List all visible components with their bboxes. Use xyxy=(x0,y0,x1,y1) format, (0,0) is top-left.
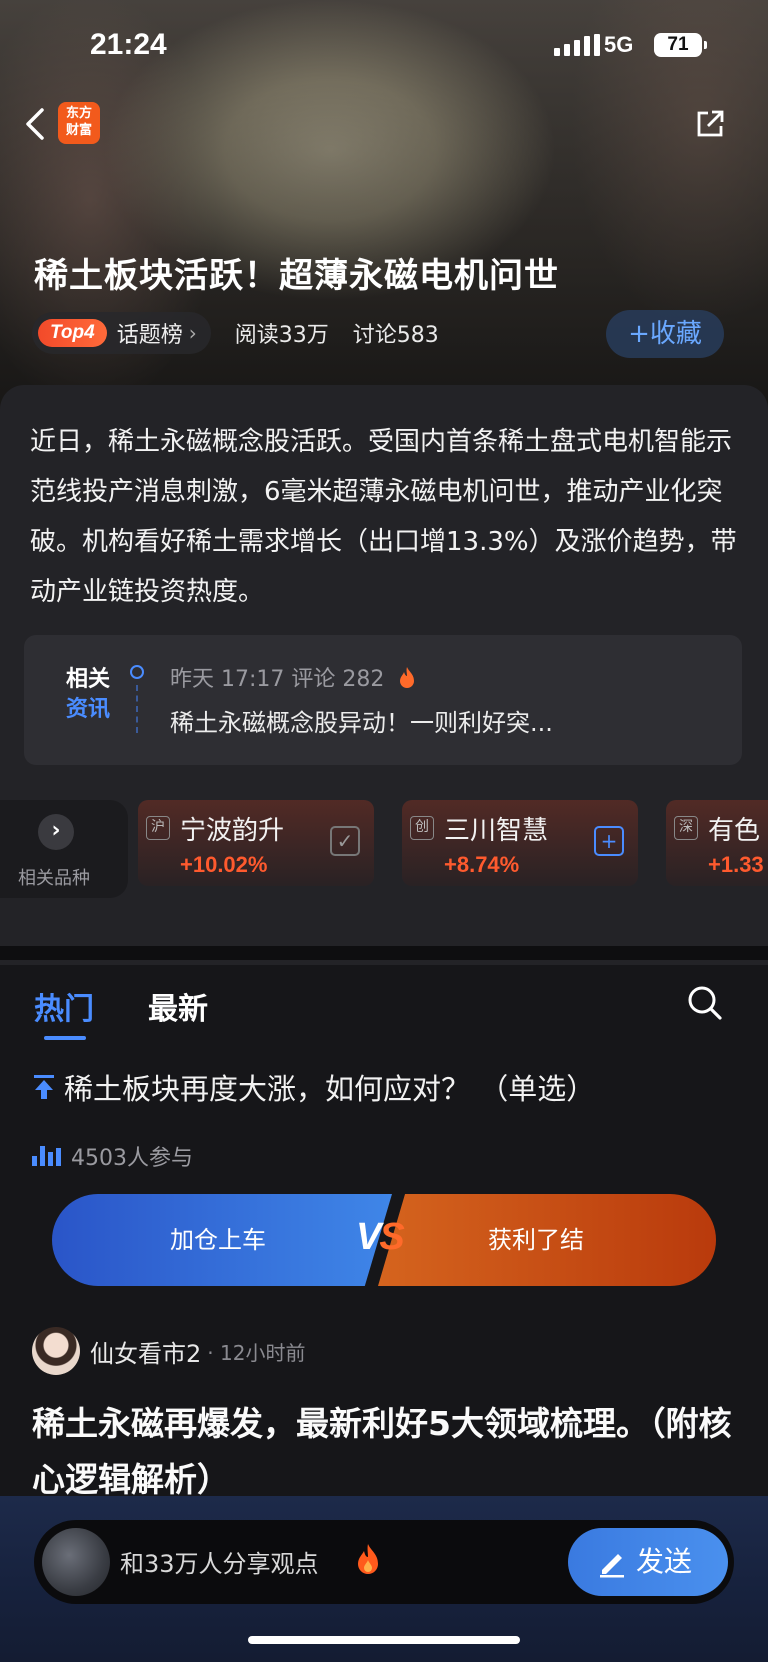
send-label: 发送 xyxy=(636,1545,693,1578)
feed-tabs: 热门 最新 xyxy=(0,962,768,1042)
pencil-icon xyxy=(600,1554,624,1578)
back-button[interactable] xyxy=(22,104,52,144)
topic-meta-row: Top4 话题榜 › 阅读33万 讨论583 xyxy=(32,312,439,354)
discussion-count: 讨论583 xyxy=(352,323,439,348)
stock-card[interactable]: 创 三川智慧 +8.74% + xyxy=(402,800,638,886)
vote-option-b[interactable]: 获利了结 xyxy=(378,1194,716,1286)
post-time: · 12小时前 xyxy=(207,1340,306,1365)
logo-text-1: 东方 xyxy=(65,106,92,121)
timeline-line xyxy=(136,685,138,733)
chevron-right-icon: › xyxy=(188,321,197,345)
share-button[interactable] xyxy=(694,108,726,140)
poll-participants: 4503人参与 xyxy=(32,1140,193,1172)
related-news-card[interactable]: 相关 资讯 昨天 17:17 评论 282 稀土永磁概念股异动！一则利好突... xyxy=(24,635,742,765)
summary-card: 近日，稀土永磁概念股活跃。受国内首条稀土盘式电机智能示范线投产消息刺激，6毫米超… xyxy=(0,385,768,965)
related-news-tag-line2: 资讯 xyxy=(65,697,110,722)
related-products: › 相关品种 沪 宁波韵升 +10.02% ✓ 创 三川智慧 +8.74% + … xyxy=(0,800,768,900)
battery-icon: 71 xyxy=(654,33,707,57)
chevron-right-icon: › xyxy=(38,814,74,850)
related-news-tag: 相关 资讯 xyxy=(60,665,116,725)
app-logo: 东方 财富 xyxy=(58,102,100,144)
poll-vote: 加仓上车 获利了结 VS xyxy=(52,1194,716,1286)
network-label: 5G xyxy=(604,32,634,57)
status-time: 21:24 xyxy=(90,28,167,61)
topic-rank-pill[interactable]: Top4 话题榜 › xyxy=(32,312,211,354)
check-icon[interactable]: ✓ xyxy=(330,826,360,856)
tab-indicator xyxy=(44,1036,86,1040)
stock-change: +10.02% xyxy=(180,852,268,877)
poll-question: 稀土板块再度大涨，如何应对？ （单选） xyxy=(32,1066,595,1108)
search-icon[interactable] xyxy=(686,984,724,1022)
section-divider xyxy=(0,946,768,960)
timeline-dot-icon xyxy=(130,665,144,679)
add-icon[interactable]: + xyxy=(594,826,624,856)
bar-chart-icon xyxy=(32,1146,61,1166)
post-title[interactable]: 稀土永磁再爆发，最新利好5大领域梳理。（附核心逻辑解析） xyxy=(32,1396,742,1508)
rank-badge: Top4 xyxy=(38,319,107,347)
read-count: 阅读33万 xyxy=(234,323,329,348)
topic-label: 话题榜 xyxy=(116,323,183,348)
market-badge: 深 xyxy=(674,816,698,840)
logo-text-2: 财富 xyxy=(65,123,92,138)
comment-composer[interactable]: 和33万人分享观点 发送 xyxy=(34,1520,734,1604)
post-header[interactable]: 仙女看市2 · 12小时前 xyxy=(32,1326,305,1376)
arrow-up-icon xyxy=(34,1075,54,1099)
home-indicator xyxy=(248,1636,520,1644)
share-icon xyxy=(697,110,724,137)
news-meta: 昨天 17:17 评论 282 xyxy=(170,661,417,693)
market-badge: 创 xyxy=(410,816,434,840)
send-button[interactable]: 发送 xyxy=(568,1528,728,1596)
poll-question-text: 稀土板块再度大涨，如何应对？ （单选） xyxy=(64,1072,596,1106)
signal-icon xyxy=(554,34,600,56)
chevron-left-icon xyxy=(26,108,44,140)
vote-option-a[interactable]: 加仓上车 xyxy=(52,1194,392,1286)
post-author[interactable]: 仙女看市2 xyxy=(90,1334,201,1369)
stock-name: 三川智慧 xyxy=(444,816,549,846)
related-news-tag-line1: 相关 xyxy=(65,667,110,692)
stock-change: +8.74% xyxy=(444,852,520,877)
avatar[interactable] xyxy=(32,1327,80,1375)
status-bar: 21:24 5G 71 xyxy=(0,28,768,64)
comment-input[interactable]: 和33万人分享观点 xyxy=(120,1544,319,1579)
fire-icon xyxy=(358,1544,378,1574)
vs-icon: VS xyxy=(356,1216,405,1259)
page-title: 稀土板块活跃！超薄永磁电机问世 xyxy=(34,256,559,296)
tab-latest[interactable]: 最新 xyxy=(148,984,208,1028)
related-products-label: 相关品种 xyxy=(18,868,90,889)
vs-s-letter: S xyxy=(379,1216,404,1258)
news-title: 稀土永磁概念股异动！一则利好突... xyxy=(170,709,553,737)
stock-card[interactable]: 深 有色 +1.33 xyxy=(666,800,768,886)
summary-text: 近日，稀土永磁概念股活跃。受国内首条稀土盘式电机智能示范线投产消息刺激，6毫米超… xyxy=(30,427,737,607)
stock-name: 宁波韵升 xyxy=(180,816,285,846)
favorite-button[interactable]: +收藏 xyxy=(606,310,724,358)
related-products-toggle[interactable]: › 相关品种 xyxy=(0,800,128,898)
stock-name: 有色 xyxy=(708,816,761,846)
stock-change: +1.33 xyxy=(708,852,764,877)
vs-v-letter: V xyxy=(356,1216,381,1258)
tab-hot[interactable]: 热门 xyxy=(34,984,94,1028)
fire-icon xyxy=(400,667,415,688)
poll-participants-text: 4503人参与 xyxy=(71,1146,193,1171)
stock-card[interactable]: 沪 宁波韵升 +10.02% ✓ xyxy=(138,800,374,886)
market-badge: 沪 xyxy=(146,816,170,840)
avatar xyxy=(42,1528,110,1596)
news-meta-text: 昨天 17:17 评论 282 xyxy=(170,667,385,692)
